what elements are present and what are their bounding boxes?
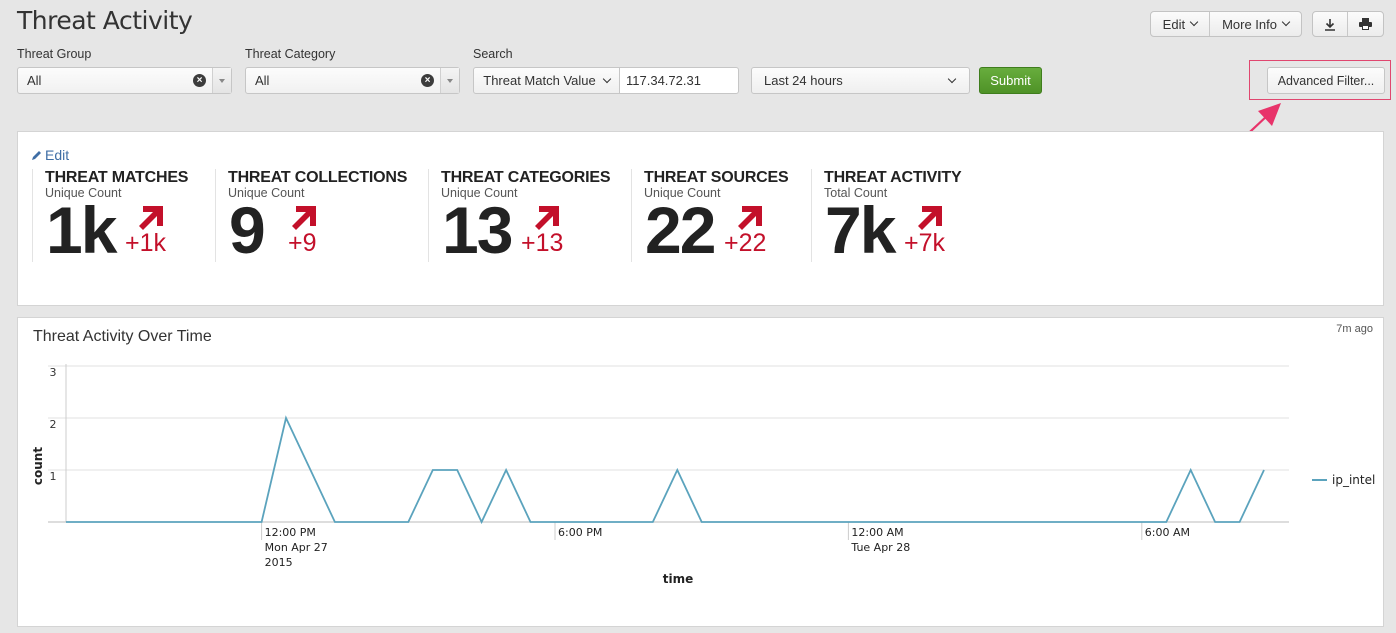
- search-type-dropdown[interactable]: Threat Match Value: [473, 67, 620, 94]
- threat-group-value: All: [27, 73, 42, 88]
- kpi-title: THREAT ACTIVITY: [824, 169, 962, 186]
- kpi-panel: Edit THREAT MATCHES Unique Count 1k +1k …: [17, 131, 1384, 306]
- kpi-value: 9: [229, 193, 266, 267]
- legend-label: ip_intel: [1332, 473, 1375, 487]
- time-range-value: Last 24 hours: [764, 73, 843, 88]
- trend-up-arrow-icon: [535, 206, 559, 230]
- kpi-edit-link[interactable]: Edit: [31, 147, 69, 163]
- submit-button[interactable]: Submit: [979, 67, 1042, 94]
- kpi-value: 1k: [46, 193, 117, 267]
- x-tick-label: 6:00 AM: [1145, 526, 1190, 539]
- edit-menu-label: Edit: [1162, 16, 1186, 32]
- trend-up-arrow-icon: [139, 206, 163, 230]
- kpi-delta: +1k: [125, 229, 167, 257]
- kpi-title: THREAT MATCHES: [45, 169, 189, 186]
- chevron-down-icon: [602, 74, 611, 83]
- trend-up-arrow-icon: [738, 206, 762, 230]
- kpi-title: THREAT SOURCES: [644, 169, 789, 186]
- kpi-delta: +13: [521, 229, 564, 257]
- kpi-threat-collections: THREAT COLLECTIONS Unique Count 9 +9: [215, 169, 428, 267]
- x-axis-title: time: [663, 572, 694, 586]
- print-button[interactable]: [1348, 12, 1383, 36]
- kpi-trend: +13: [521, 204, 571, 260]
- kpi-delta: +9: [288, 229, 317, 257]
- x-tick-label: 2015: [265, 556, 293, 569]
- more-info-label: More Info: [1222, 16, 1277, 32]
- time-range-picker[interactable]: Last 24 hours: [751, 67, 970, 94]
- kpi-trend: +7k: [904, 204, 954, 260]
- edit-menu-button[interactable]: Edit: [1151, 12, 1211, 36]
- dashboard-actions: Edit More Info: [1149, 11, 1384, 37]
- pencil-icon: [32, 150, 41, 160]
- dropdown-caret[interactable]: [212, 68, 231, 93]
- kpi-trend: +1k: [125, 204, 175, 260]
- caret-down-icon: [219, 78, 225, 83]
- edit-moreinfo-group: Edit More Info: [1149, 11, 1302, 37]
- kpi-value: 7k: [825, 193, 896, 267]
- trend-up-arrow-icon: [292, 206, 316, 230]
- kpi-edit-label: Edit: [45, 147, 70, 163]
- kpi-value: 22: [645, 193, 716, 267]
- kpi-threat-matches: THREAT MATCHES Unique Count 1k +1k: [32, 169, 215, 267]
- kpi-threat-activity: THREAT ACTIVITY Total Count 7k +7k: [811, 169, 1011, 267]
- dropdown-caret[interactable]: [440, 68, 459, 93]
- kpi-title: THREAT CATEGORIES: [441, 169, 611, 186]
- kpi-value: 13: [442, 193, 513, 267]
- x-tick-label: Mon Apr 27: [265, 541, 328, 554]
- chevron-down-icon: [1189, 17, 1199, 27]
- x-tick-label: 6:00 PM: [558, 526, 602, 539]
- y-tick-label: 1: [50, 470, 57, 483]
- kpi-threat-sources: THREAT SOURCES Unique Count 22 +22: [631, 169, 811, 267]
- print-icon: [1359, 18, 1372, 30]
- download-icon: [1325, 18, 1335, 31]
- kpi-trend: +9: [278, 204, 328, 260]
- threat-category-value: All: [255, 73, 270, 88]
- y-axis-title: count: [31, 447, 45, 485]
- download-button[interactable]: [1313, 12, 1348, 36]
- clear-icon[interactable]: ×: [421, 74, 434, 87]
- chevron-down-icon: [947, 74, 957, 83]
- page-title: Threat Activity: [17, 6, 193, 35]
- y-tick-label: 3: [50, 366, 57, 379]
- threat-group-select[interactable]: All ×: [17, 67, 232, 94]
- threat-category-select[interactable]: All ×: [245, 67, 460, 94]
- chevron-down-icon: [1281, 17, 1291, 27]
- kpi-title: THREAT COLLECTIONS: [228, 169, 408, 186]
- caret-down-icon: [447, 78, 453, 83]
- kpi-threat-categories: THREAT CATEGORIES Unique Count 13 +13: [428, 169, 631, 267]
- more-info-button[interactable]: More Info: [1210, 12, 1301, 36]
- trend-up-arrow-icon: [918, 206, 942, 230]
- line-chart: 1 2 3 count 12:00 PM Mon Apr 27 2015 6:00 PM 12:…: [31, 364, 1375, 586]
- search-label: Search: [473, 47, 513, 61]
- search-input[interactable]: [619, 67, 739, 94]
- chart-panel: Threat Activity Over Time 7m ago 1 2 3 coun…: [17, 317, 1384, 627]
- x-tick-label: Tue Apr 28: [850, 541, 910, 554]
- export-group: [1312, 11, 1384, 37]
- threat-category-label: Threat Category: [245, 47, 336, 61]
- kpi-trend: +22: [724, 204, 774, 260]
- kpi-delta: +7k: [904, 229, 946, 257]
- x-tick-label: 12:00 AM: [851, 526, 903, 539]
- y-tick-label: 2: [50, 418, 57, 431]
- x-tick-label: 12:00 PM: [265, 526, 316, 539]
- search-type-value: Threat Match Value: [483, 73, 596, 88]
- advanced-filter-button[interactable]: Advanced Filter...: [1267, 67, 1385, 94]
- clear-icon[interactable]: ×: [193, 74, 206, 87]
- threat-group-label: Threat Group: [17, 47, 92, 61]
- kpi-delta: +22: [724, 229, 767, 257]
